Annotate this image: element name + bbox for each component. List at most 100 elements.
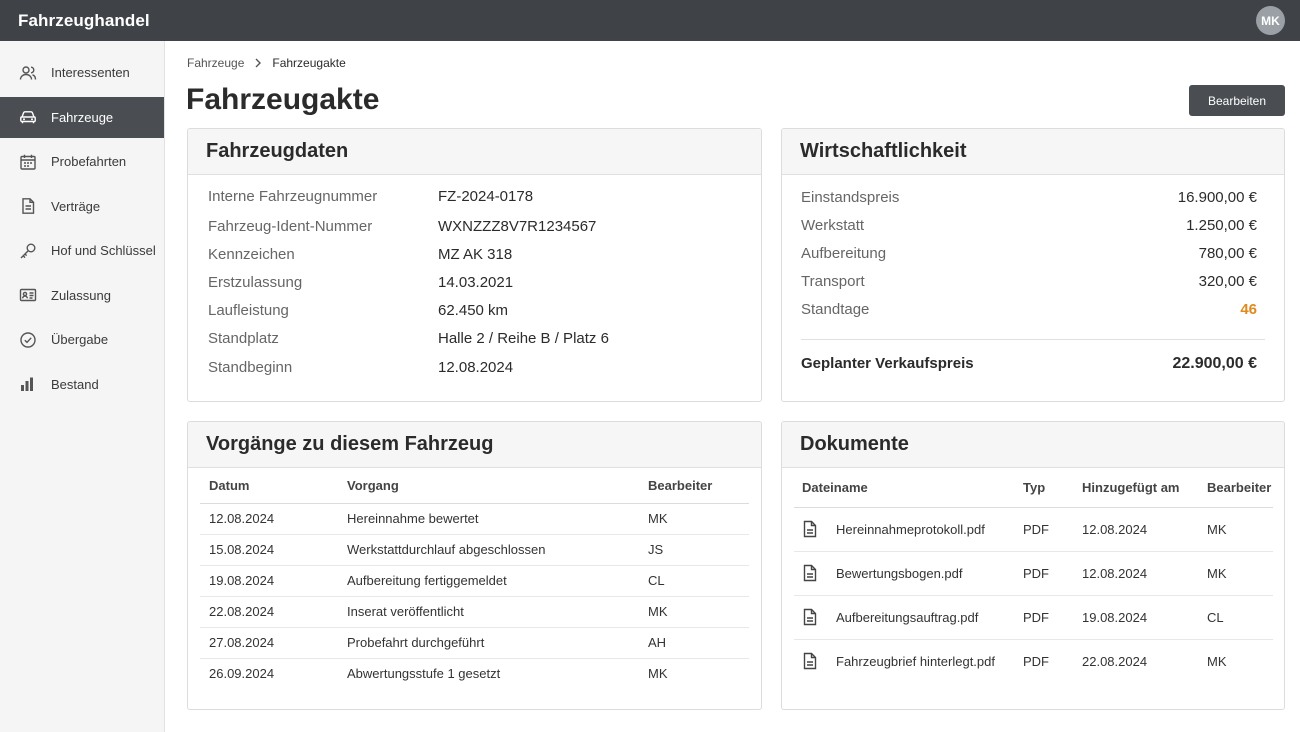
econ-total: Geplanter Verkaufspreis 22.900,00 € [801,355,1257,373]
sidebar-item-bestand[interactable]: Bestand [0,364,164,405]
table-row[interactable]: Aufbereitungsauftrag.pdf PDF 19.08.2024 … [794,595,1273,640]
sidebar-item-probefahrten[interactable]: Probefahrten [0,141,164,182]
card-title: Wirtschaftlichkeit [782,129,1284,175]
column-header-added[interactable]: Hinzugefügt am [1074,469,1199,508]
sidebar-item-fahrzeuge[interactable]: Fahrzeuge [0,96,164,138]
car-icon [19,108,37,126]
sidebar-item-uebergabe[interactable]: Übergabe [0,319,164,360]
economics-card: Wirtschaftlichkeit Einstandspreis 16.900… [781,128,1285,402]
users-icon [19,64,37,82]
cell-editor: MK [648,666,668,682]
sidebar-item-label: Zulassung [51,287,111,303]
field-value: MZ AK 318 [438,246,513,263]
cell-filename: Hereinnahmeprotokoll.pdf [794,507,1015,552]
table-row[interactable]: 19.08.2024 Aufbereitung fertiggemeldet C… [200,565,749,597]
econ-row-preparation: Aufbereitung 780,00 € [801,245,1257,262]
table-row[interactable]: 15.08.2024 Werkstattdurchlauf abgeschlos… [200,534,749,566]
field-value: 14.03.2021 [438,274,514,291]
cell-editor: MK [1207,653,1227,669]
cell-date: 15.08.2024 [200,534,338,566]
cell-date: 22.08.2024 [200,596,338,628]
column-header-date[interactable]: Datum [200,468,338,504]
document-link[interactable]: Aufbereitungsauftrag.pdf [802,608,1015,626]
table-row[interactable]: Fahrzeugbrief hinterlegt.pdf PDF 22.08.2… [794,639,1273,683]
sidebar-item-zulassung[interactable]: Zulassung [0,275,164,316]
econ-label: Einstandspreis [801,189,900,206]
table-row[interactable]: 26.09.2024 Abwertungsstufe 1 gesetzt MK [200,658,749,689]
card-title: Dokumente [782,422,1284,468]
cell-date: 26.09.2024 [209,666,275,682]
cell-editor: CL [1199,595,1273,640]
econ-value: 780,00 € [1198,245,1257,262]
column-header-editor[interactable]: Bearbeiter [639,468,749,504]
cell-process: Abwertungsstufe 1 gesetzt [347,666,501,682]
processes-table: Datum Vorgang Bearbeiter 12.08.2024 Here… [200,468,749,689]
document-link[interactable]: Hereinnahmeprotokoll.pdf [802,520,1015,538]
table-row[interactable]: Hereinnahmeprotokoll.pdf PDF 12.08.2024 … [794,507,1273,552]
econ-label: Standtage [801,301,870,318]
field-label: Standbeginn [208,359,293,376]
field-value: Halle 2 / Reihe B / Platz 6 [438,330,609,347]
page-title: Fahrzeugakte [186,83,380,116]
econ-value: 16.900,00 € [1177,189,1257,206]
cell-editor: AH [639,627,749,659]
document-name: Aufbereitungsauftrag.pdf [836,609,979,625]
field-label: Laufleistung [208,302,289,319]
id-card-icon [19,286,37,304]
breadcrumb-link-fahrzeuge[interactable]: Fahrzeuge [187,56,244,70]
column-header-editor[interactable]: Bearbeiter [1199,469,1273,508]
file-icon [802,652,818,670]
field-value: 12.08.2024 [438,359,514,376]
field-value: 62.450 km [438,302,509,319]
file-icon [802,520,818,538]
cell-added: 12.08.2024 [1074,551,1199,596]
cell-type: PDF [1023,653,1049,669]
cell-process: Hereinnahme bewertet [338,503,639,535]
cell-filename: Aufbereitungsauftrag.pdf [794,595,1015,640]
cell-editor: MK [639,503,749,535]
cell-type: PDF [1015,595,1074,640]
chevron-right-icon [254,58,262,68]
sidebar: Interessenten Fahrzeuge Probefahrten Ver… [0,41,165,732]
table-row[interactable]: 22.08.2024 Inserat veröffentlicht MK [200,596,749,628]
cell-added: 12.08.2024 [1074,507,1199,552]
econ-label: Werkstatt [801,217,865,234]
cell-process: Werkstattdurchlauf abgeschlossen [338,534,639,566]
column-header-type[interactable]: Typ [1015,469,1074,508]
card-title: Vorgänge zu diesem Fahrzeug [188,422,761,468]
field-value: WXNZZZ8V7R1234567 [438,218,597,235]
edit-button[interactable]: Bearbeiten [1189,85,1285,116]
breadcrumb-current: Fahrzeugakte [272,56,346,70]
econ-row-workshop: Werkstatt 1.250,00 € [801,217,1257,234]
app-title: Fahrzeughandel [18,10,150,30]
divider [801,339,1265,340]
total-label: Geplanter Verkaufspreis [801,355,974,372]
document-link[interactable]: Bewertungsbogen.pdf [802,564,1015,582]
table-row[interactable]: Bewertungsbogen.pdf PDF 12.08.2024 MK [794,551,1273,596]
document-link[interactable]: Fahrzeugbrief hinterlegt.pdf [802,652,1015,670]
table-row[interactable]: 27.08.2024 Probefahrt durchgeführt AH [200,627,749,659]
calendar-icon [19,153,37,171]
document-icon [19,197,37,215]
sidebar-item-interessenten[interactable]: Interessenten [0,52,164,93]
cell-date: 27.08.2024 [200,627,338,659]
field-label: Interne Fahrzeugnummer [208,188,378,205]
user-avatar[interactable]: MK [1256,6,1285,35]
sidebar-item-label: Interessenten [51,65,130,80]
table-row[interactable]: 12.08.2024 Hereinnahme bewertet MK [200,503,749,535]
cell-added: 19.08.2024 [1074,595,1199,640]
column-header-filename[interactable]: Dateiname [794,469,1015,508]
sidebar-item-label: Bestand [51,376,99,392]
bar-chart-icon [19,375,37,393]
econ-row-stand-days: Standtage 46 [801,301,1257,318]
key-icon [19,242,37,260]
column-header-process[interactable]: Vorgang [338,468,639,504]
sidebar-item-vertraege[interactable]: Verträge [0,186,164,227]
document-name: Fahrzeugbrief hinterlegt.pdf [836,653,995,669]
document-name: Hereinnahmeprotokoll.pdf [836,521,985,537]
sidebar-item-hof-und-schluessel[interactable]: Hof und Schlüssel [0,230,164,271]
cell-filename: Fahrzeugbrief hinterlegt.pdf [794,639,1015,683]
sidebar-item-label: Übergabe [51,332,109,347]
field-label: Fahrzeug-Ident-Nummer [208,218,373,235]
cell-process: Aufbereitung fertiggemeldet [338,565,639,597]
